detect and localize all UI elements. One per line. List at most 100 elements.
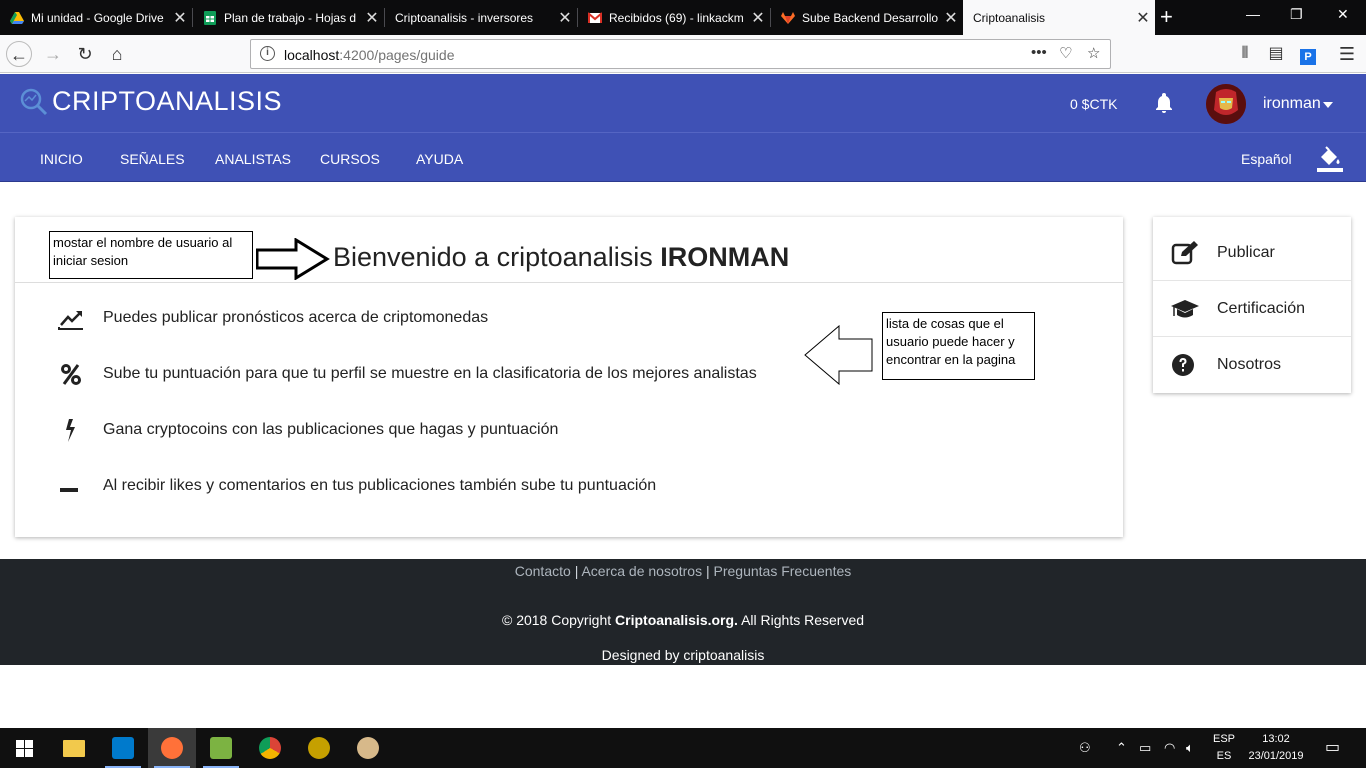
tab-label: Criptoanalisis xyxy=(973,10,1046,25)
clock-time[interactable]: 13:02 xyxy=(1246,733,1306,745)
windows-taskbar: ⚇ ⌃ ▭ ◠ 🔈︎ ESP ES 13:02 23/01/2019 ▭ xyxy=(0,728,1366,768)
welcome-username: IRONMAN xyxy=(660,242,790,272)
question-circle-icon xyxy=(1172,354,1194,376)
page-actions-icon[interactable]: ••• xyxy=(1031,44,1047,61)
feature-text: Sube tu puntuación para que tu perfil se… xyxy=(103,365,757,382)
footer-link-faq[interactable]: Preguntas Frecuentes xyxy=(714,563,852,579)
pocket-icon[interactable]: ♡ xyxy=(1059,44,1072,62)
info-icon[interactable]: i xyxy=(260,46,275,61)
side-item-label: Certificación xyxy=(1217,300,1306,317)
url-text: localhost:4200/pages/guide xyxy=(284,47,455,63)
tab-label: Recibidos (69) - linkackm xyxy=(609,10,744,25)
tab-criptoanalisis-active[interactable]: Criptoanalisis ✕ xyxy=(963,0,1155,35)
feature-text: Gana cryptocoins con las publicaciones q… xyxy=(103,421,559,438)
new-tab-button[interactable]: + xyxy=(1160,4,1173,30)
file-explorer-icon[interactable] xyxy=(50,728,98,768)
footer: Contacto | Acerca de nosotros | Pregunta… xyxy=(0,559,1366,665)
side-item-nosotros[interactable]: Nosotros xyxy=(1153,337,1351,393)
close-tab-icon[interactable]: ✕ xyxy=(553,8,577,28)
logo-search-icon[interactable] xyxy=(19,87,49,117)
tab-google-drive[interactable]: Mi unidad - Google Drive ✕ xyxy=(0,0,192,35)
arrow-right-icon xyxy=(256,238,330,280)
windows-start-icon[interactable] xyxy=(16,740,33,757)
language-selector[interactable]: Español xyxy=(1241,151,1292,167)
side-item-certificacion[interactable]: Certificación xyxy=(1153,281,1351,337)
annotation-note-features: lista de cosas que el usuario puede hace… xyxy=(882,312,1035,380)
tab-label: Sube Backend Desarrollo xyxy=(802,10,939,25)
tab-google-sheets[interactable]: Plan de trabajo - Hojas d ✕ xyxy=(193,0,384,35)
close-tab-icon[interactable]: ✕ xyxy=(939,8,963,28)
notepad-icon[interactable] xyxy=(197,728,245,768)
vscode-icon[interactable] xyxy=(99,728,147,768)
sidebar-icon[interactable]: ▤ xyxy=(1263,41,1289,67)
close-window-icon[interactable]: ✕ xyxy=(1337,6,1349,23)
side-item-publicar[interactable]: Publicar xyxy=(1153,225,1351,281)
page-title: Bienvenido a criptoanalisis IRONMAN xyxy=(333,242,790,272)
firefox-icon[interactable] xyxy=(148,728,196,768)
paint-app-icon[interactable] xyxy=(344,728,392,768)
people-icon[interactable]: ⚇ xyxy=(1079,740,1091,756)
clock-date[interactable]: 23/01/2019 xyxy=(1246,750,1306,762)
nav-cursos[interactable]: CURSOS xyxy=(320,151,380,167)
tab-label: Mi unidad - Google Drive xyxy=(31,10,164,25)
side-item-label: Publicar xyxy=(1217,244,1275,261)
library-icon[interactable]: ⫴ xyxy=(1232,41,1258,67)
arrow-left-icon xyxy=(804,325,873,386)
google-drive-icon xyxy=(10,11,24,24)
input-layout[interactable]: ES xyxy=(1212,750,1236,762)
chrome-icon[interactable] xyxy=(246,728,294,768)
wifi-icon[interactable]: ◠ xyxy=(1164,740,1175,756)
paint-bucket-icon[interactable] xyxy=(1317,145,1343,173)
balance-display: 0 $CTK xyxy=(1070,96,1118,112)
tab-criptoanalisis-inversores[interactable]: Criptoanalisis - inversores ✕ xyxy=(385,0,577,35)
list-item: Gana cryptocoins con las publicaciones q… xyxy=(15,415,1123,445)
close-tab-icon[interactable]: ✕ xyxy=(1131,8,1155,28)
footer-link-contacto[interactable]: Contacto xyxy=(515,563,571,579)
tab-gitlab[interactable]: Sube Backend Desarrollo ✕ xyxy=(771,0,963,35)
username-dropdown[interactable]: ironman xyxy=(1263,95,1321,113)
restore-icon[interactable]: ❐ xyxy=(1290,6,1303,23)
notifications-icon[interactable]: ▭ xyxy=(1325,737,1340,757)
footer-brand-link[interactable]: Criptoanalisis.org. xyxy=(615,612,738,628)
close-tab-icon[interactable]: ✕ xyxy=(360,8,384,28)
tab-gmail[interactable]: Recibidos (69) - linkackm ✕ xyxy=(578,0,770,35)
nav-ayuda[interactable]: AYUDA xyxy=(416,151,463,167)
reload-icon[interactable]: ↻ xyxy=(72,41,98,67)
input-language[interactable]: ESP xyxy=(1212,733,1236,745)
nav-inicio[interactable]: INICIO xyxy=(40,151,83,167)
app-header: CRIPTOANALISIS 0 $CTK ironman xyxy=(0,74,1366,132)
volume-icon[interactable]: 🔈︎ xyxy=(1186,740,1194,756)
back-icon[interactable]: ← xyxy=(6,41,32,67)
url-bar[interactable]: i localhost:4200/pages/guide ••• ♡ ☆ xyxy=(250,39,1111,69)
side-menu: Publicar Certificación Nosotros xyxy=(1153,217,1351,393)
avatar[interactable] xyxy=(1206,84,1246,124)
bolt-icon xyxy=(66,419,75,442)
trending-up-icon xyxy=(58,311,83,330)
nav-senales[interactable]: SEÑALES xyxy=(120,151,185,167)
side-item-label: Nosotros xyxy=(1217,356,1282,373)
browser-tab-bar: Mi unidad - Google Drive ✕ Plan de traba… xyxy=(0,0,1366,35)
main-nav: INICIO SEÑALES ANALISTAS CURSOS AYUDA Es… xyxy=(0,132,1366,182)
brand-title[interactable]: CRIPTOANALISIS xyxy=(52,86,282,117)
chevron-down-icon[interactable] xyxy=(1323,102,1333,108)
list-item: Al recibir likes y comentarios en tus pu… xyxy=(15,471,1123,501)
footer-links: Contacto | Acerca de nosotros | Pregunta… xyxy=(514,563,852,579)
chevron-up-icon[interactable]: ⌃ xyxy=(1116,740,1127,756)
menu-icon[interactable]: ☰ xyxy=(1334,41,1360,67)
gitlab-icon xyxy=(781,11,795,24)
battery-icon[interactable]: ▭ xyxy=(1139,740,1151,756)
tab-label: Criptoanalisis - inversores xyxy=(395,10,534,25)
close-tab-icon[interactable]: ✕ xyxy=(168,8,192,28)
graduation-cap-icon xyxy=(1171,300,1199,318)
nav-analistas[interactable]: ANALISTAS xyxy=(215,151,291,167)
hs-app-icon[interactable] xyxy=(295,728,343,768)
bookmark-star-icon[interactable]: ☆ xyxy=(1087,44,1100,62)
tab-label: Plan de trabajo - Hojas d xyxy=(224,10,357,25)
footer-link-acerca[interactable]: Acerca de nosotros xyxy=(581,563,702,579)
forward-icon[interactable]: → xyxy=(40,41,66,67)
minimize-icon[interactable]: — xyxy=(1246,6,1260,22)
close-tab-icon[interactable]: ✕ xyxy=(746,8,770,28)
bell-icon[interactable] xyxy=(1152,91,1176,115)
home-icon[interactable]: ⌂ xyxy=(104,41,130,67)
extension-icon[interactable]: P xyxy=(1295,41,1321,67)
